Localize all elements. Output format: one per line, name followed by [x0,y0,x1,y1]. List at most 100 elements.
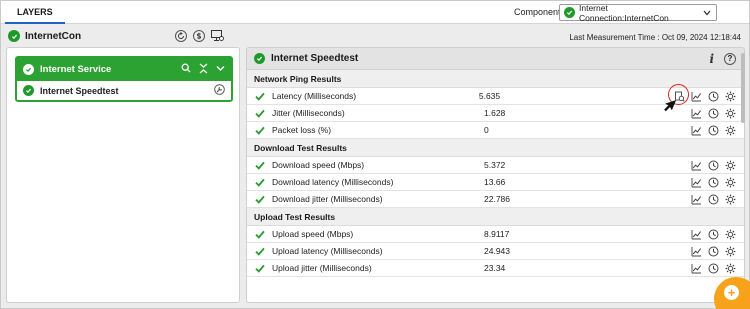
graph-icon[interactable] [691,177,702,188]
row-actions [691,246,736,257]
gear-icon[interactable] [725,108,736,119]
history-icon[interactable] [708,194,719,205]
info-icon[interactable]: i [709,52,714,66]
last-measurement-time: Last Measurement Time : Oct 09, 2024 12:… [569,33,741,42]
graph-icon[interactable] [691,229,702,240]
status-ok-icon [23,85,34,96]
check-icon [255,195,265,204]
check-icon [255,92,265,101]
layer-group-tools [181,63,225,77]
wrench-icon[interactable] [214,84,225,97]
layer-item-label: Internet Speedtest [40,85,119,96]
metric-name: Jitter (Milliseconds) [272,108,345,118]
check-icon [255,109,265,118]
graph-icon[interactable] [691,246,702,257]
history-icon[interactable] [708,108,719,119]
test-header-tools: i ? [709,52,736,66]
check-icon [255,247,265,256]
chevron-down-icon[interactable] [216,64,225,75]
search-icon[interactable] [181,63,191,76]
top-bar: LAYERS Component Internet Connection:Int… [1,1,749,24]
history-icon[interactable] [708,91,719,102]
scrollbar[interactable] [740,47,747,303]
component-select[interactable]: Internet Connection:InternetCon [559,2,717,23]
history-icon[interactable] [708,160,719,171]
result-row: Upload latency (Milliseconds) 24.943 [247,243,744,260]
gear-icon[interactable] [725,160,736,171]
metric-name: Download speed (Mbps) [272,160,365,170]
chevron-down-icon [703,8,711,18]
results-sections: Network Ping Results Latency (Millisecond… [247,70,744,277]
metric-value: 1.628 [484,108,506,118]
history-icon[interactable] [708,177,719,188]
graph-icon[interactable] [691,263,702,274]
metric-name: Download jitter (Milliseconds) [272,194,383,204]
scroll-thumb[interactable] [741,53,745,123]
metric-value: 22.786 [484,194,510,204]
metric-name: Download latency (Milliseconds) [272,177,394,187]
status-ok-icon [564,7,575,18]
metric-name: Upload jitter (Milliseconds) [272,263,372,273]
history-icon[interactable] [708,125,719,136]
gear-icon[interactable] [725,91,736,102]
refresh-icon[interactable] [175,30,187,42]
layer-item-internet-speedtest[interactable]: Internet Speedtest [17,81,231,100]
result-row: Download jitter (Milliseconds) 22.786 [247,191,744,208]
check-icon [255,178,265,187]
metric-value: 23.34 [484,263,506,273]
host-toolbar [175,30,224,42]
check-icon [255,161,265,170]
result-row: Jitter (Milliseconds) 1.628 [247,105,744,122]
gear-icon[interactable] [725,177,736,188]
metric-value: 5.372 [484,160,506,170]
gear-icon[interactable] [725,125,736,136]
graph-icon[interactable] [691,125,702,136]
dollar-icon[interactable] [193,30,205,42]
test-results-panel: Internet Speedtest i ? Network Ping Resu… [246,47,745,303]
history-icon[interactable] [708,263,719,274]
metric-value: 13.66 [484,177,506,187]
section-header: Download Test Results [247,139,744,157]
layer-group-name: Internet Service [40,64,112,75]
row-actions [691,108,736,119]
section-header: Network Ping Results [247,70,744,88]
test-header: Internet Speedtest i ? [247,48,744,70]
row-actions [691,194,736,205]
section-header: Upload Test Results [247,208,744,226]
component-select-value: Internet Connection:InternetCon [579,2,669,23]
row-actions [691,125,736,136]
monitor-settings-icon[interactable] [211,30,224,42]
gear-icon[interactable] [725,246,736,257]
gear-icon[interactable] [725,229,736,240]
status-ok-icon [23,64,34,75]
row-actions [691,229,736,240]
metric-name: Latency (Milliseconds) [272,91,357,101]
gear-icon[interactable] [725,263,736,274]
app-frame: LAYERS Component Internet Connection:Int… [0,0,750,309]
graph-icon[interactable] [691,160,702,171]
result-row: Latency (Milliseconds) 5.635 [247,84,744,112]
collapse-icon[interactable] [199,63,208,77]
metric-value: 24.943 [484,246,510,256]
history-icon[interactable] [708,246,719,257]
graph-icon[interactable] [691,91,702,102]
layer-group-header[interactable]: Internet Service [17,58,231,81]
metric-value: 0 [484,125,489,135]
metric-value: 8.9117 [484,229,510,239]
host-title: InternetCon [8,30,81,42]
metric-name: Upload latency (Milliseconds) [272,246,383,256]
help-icon[interactable]: ? [724,52,736,65]
gear-icon[interactable] [725,194,736,205]
metric-value: 5.635 [478,91,501,101]
history-icon[interactable] [708,229,719,240]
graph-icon[interactable] [691,194,702,205]
check-icon [255,126,265,135]
row-actions [691,160,736,171]
graph-icon[interactable] [691,108,702,119]
layer-group-internet-service: Internet Service Internet Speedtest [15,56,233,102]
result-row: Download speed (Mbps) 5.372 [247,157,744,174]
tab-layers[interactable]: LAYERS [5,1,65,24]
result-row: Packet loss (%) 0 [247,122,744,139]
component-label: Component [514,7,561,17]
test-title: Internet Speedtest [271,53,359,64]
